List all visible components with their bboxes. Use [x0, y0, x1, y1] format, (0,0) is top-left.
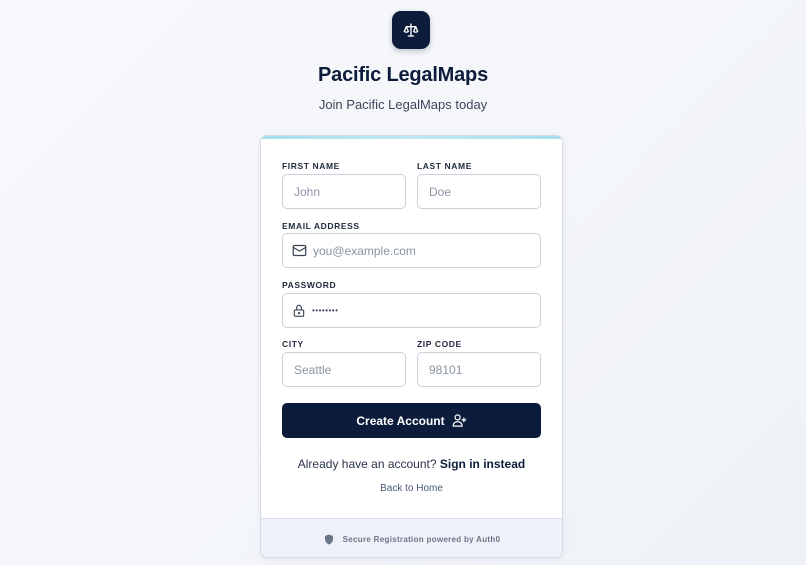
logo — [392, 11, 430, 49]
shield-icon — [323, 533, 335, 546]
lock-icon — [292, 303, 306, 318]
last-name-label: LAST NAME — [417, 161, 472, 171]
password-label: PASSWORD — [282, 280, 337, 290]
card-accent-bar — [261, 136, 562, 139]
city-placeholder: Seattle — [294, 362, 332, 377]
first-name-label: FIRST NAME — [282, 161, 340, 171]
email-input[interactable]: you@example.com — [282, 233, 541, 268]
zip-input[interactable]: 98101 — [417, 352, 541, 387]
signin-link[interactable]: Sign in instead — [440, 457, 525, 471]
registration-card: FIRST NAME John LAST NAME Doe EMAIL ADDR… — [260, 135, 563, 558]
footer-text: Secure Registration powered by Auth0 — [342, 534, 501, 544]
create-account-label: Create Account — [356, 413, 445, 428]
user-plus-icon — [452, 413, 467, 428]
page-subtitle: Join Pacific LegalMaps today — [318, 97, 488, 112]
secure-footer: Secure Registration powered by Auth0 — [261, 518, 562, 557]
zip-placeholder: 98101 — [429, 362, 463, 377]
page-title: Pacific LegalMaps — [318, 64, 488, 86]
password-input[interactable]: •••••••• — [282, 293, 541, 328]
email-label: EMAIL ADDRESS — [282, 221, 360, 231]
zip-label: ZIP CODE — [417, 339, 462, 349]
password-value: •••••••• — [312, 306, 339, 315]
scales-icon — [403, 22, 419, 38]
mail-icon — [292, 243, 307, 258]
signin-prompt: Already have an account? Sign in instead — [261, 457, 562, 471]
city-label: CITY — [282, 339, 304, 349]
create-account-button[interactable]: Create Account — [282, 403, 541, 438]
back-to-home-link[interactable]: Back to Home — [261, 483, 562, 494]
city-input[interactable]: Seattle — [282, 352, 406, 387]
last-name-placeholder: Doe — [429, 184, 452, 199]
last-name-input[interactable]: Doe — [417, 174, 541, 209]
signin-prompt-text: Already have an account? — [297, 457, 437, 471]
first-name-placeholder: John — [294, 184, 321, 199]
email-placeholder: you@example.com — [313, 243, 416, 258]
first-name-input[interactable]: John — [282, 174, 406, 209]
